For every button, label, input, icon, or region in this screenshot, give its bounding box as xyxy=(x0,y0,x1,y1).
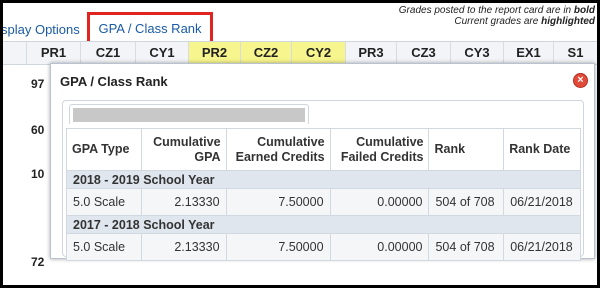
cell-earned-credits: 7.50000 xyxy=(225,188,331,216)
grade-value: 97 xyxy=(31,77,45,91)
col-header-rank: Rank xyxy=(428,128,505,171)
table-row: 5.0 Scale 2.13330 7.50000 0.00000 504 of… xyxy=(66,188,581,216)
grade-col-s1[interactable]: S1 xyxy=(553,42,597,64)
note-line-1: Grades posted to the report card are in … xyxy=(398,5,595,16)
section-label: 2018 - 2019 School Year xyxy=(66,170,581,189)
grade-header-row: PR1 CZ1 CY1 PR2 CZ2 CY2 PR3 CZ3 CY3 EX1 … xyxy=(3,41,597,65)
panel-tab-placeholder xyxy=(73,108,305,122)
section-row: 2017 - 2018 School Year xyxy=(66,215,581,234)
page-frame: splay Options GPA / Class Rank Grades po… xyxy=(3,3,597,285)
table-header-row: GPA Type Cumulative GPA Cumulative Earne… xyxy=(66,128,581,171)
grade-col-cz3[interactable]: CZ3 xyxy=(396,42,450,64)
cell-rank: 504 of 708 xyxy=(428,188,505,216)
grade-col-pr2[interactable]: PR2 xyxy=(188,42,240,64)
section-label: 2017 - 2018 School Year xyxy=(66,215,581,234)
grade-col-pr3[interactable]: PR3 xyxy=(345,42,396,64)
grade-col-cz1[interactable]: CZ1 xyxy=(80,42,135,64)
panel-tab[interactable] xyxy=(69,104,309,124)
grade-col-cy3[interactable]: CY3 xyxy=(450,42,503,64)
grade-col-pr1[interactable]: PR1 xyxy=(26,42,80,64)
col-header-rank-date: Rank Date xyxy=(503,128,581,171)
cell-gpa-type: 5.0 Scale xyxy=(66,188,142,216)
gpa-panel: GPA Type Cumulative GPA Cumulative Earne… xyxy=(62,100,584,261)
cell-earned-credits: 7.50000 xyxy=(225,233,331,261)
cell-rank-date: 06/21/2018 xyxy=(503,188,581,216)
grade-value: 10 xyxy=(31,167,45,181)
table-row: 5.0 Scale 2.13330 7.50000 0.00000 504 of… xyxy=(66,233,581,261)
grade-value: 72 xyxy=(31,255,45,269)
cell-rank-date: 06/21/2018 xyxy=(503,233,581,261)
grade-notes: Grades posted to the report card are in … xyxy=(399,5,595,27)
cell-failed-credits: 0.00000 xyxy=(329,233,430,261)
col-header-failed-credits: Cumulative Failed Credits xyxy=(329,128,430,171)
cell-cumulative-gpa: 2.13330 xyxy=(140,233,227,261)
cell-gpa-type: 5.0 Scale xyxy=(66,233,142,261)
col-header-cumulative-gpa: Cumulative GPA xyxy=(140,128,227,171)
gpa-modal: GPA / Class Rank × GPA Type Cumulative G… xyxy=(50,63,595,261)
grade-value: 60 xyxy=(31,123,45,137)
col-header-earned-credits: Cumulative Earned Credits xyxy=(225,128,331,171)
grade-col-ex1[interactable]: EX1 xyxy=(503,42,553,64)
note-line-2: Current grades are highlighted xyxy=(454,16,595,27)
grade-col-cz2[interactable]: CZ2 xyxy=(240,42,291,64)
gpa-table: GPA Type Cumulative GPA Cumulative Earne… xyxy=(66,128,581,261)
cell-failed-credits: 0.00000 xyxy=(329,188,430,216)
section-row: 2018 - 2019 School Year xyxy=(66,170,581,189)
close-icon[interactable]: × xyxy=(573,73,588,88)
grade-col-cy2[interactable]: CY2 xyxy=(291,42,345,64)
modal-title: GPA / Class Rank xyxy=(60,74,168,89)
cell-rank: 504 of 708 xyxy=(428,233,505,261)
cell-cumulative-gpa: 2.13330 xyxy=(140,188,227,216)
col-header-gpa-type: GPA Type xyxy=(66,128,142,171)
grade-col-cy1[interactable]: CY1 xyxy=(135,42,188,64)
